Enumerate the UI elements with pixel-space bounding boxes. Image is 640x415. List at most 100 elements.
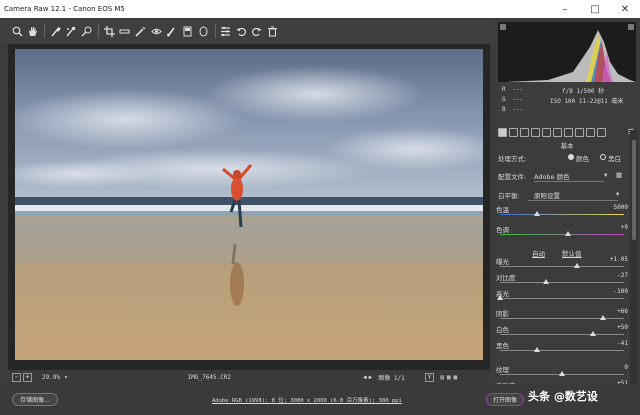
tab-snapshots-icon[interactable] — [597, 127, 606, 137]
slider-track[interactable] — [500, 214, 624, 215]
slider-track[interactable] — [500, 234, 624, 235]
slider-thumb[interactable] — [559, 371, 565, 376]
zoom-icon[interactable] — [11, 25, 23, 38]
workflow-options-link[interactable]: Adobe RGB (1998); 8 位; 3000 x 2000 (6.0 … — [212, 396, 402, 404]
slider-track[interactable] — [500, 282, 624, 283]
slider-label: 色温 — [496, 206, 509, 214]
trash-icon[interactable] — [267, 25, 279, 38]
tab-hsl-icon[interactable] — [531, 127, 540, 137]
slider-label: 黑色 — [496, 342, 509, 350]
slider-track[interactable] — [500, 350, 624, 351]
slider-texture: 纹理 0 — [496, 364, 636, 378]
tab-calibration-icon[interactable] — [575, 127, 584, 137]
g-value: --- — [512, 96, 523, 103]
straighten-icon[interactable] — [119, 25, 131, 38]
treatment-bw-radio[interactable] — [600, 154, 606, 160]
radial-filter-icon[interactable] — [197, 25, 209, 38]
slider-track[interactable] — [500, 266, 624, 267]
tab-tone-curve-icon[interactable] — [509, 127, 518, 137]
white-balance-label: 白平衡: — [498, 192, 520, 200]
profile-browser-icon[interactable]: ▦ — [616, 171, 622, 179]
hand-icon[interactable] — [27, 25, 39, 38]
r-label: R — [502, 86, 506, 93]
rotate-right-icon[interactable] — [251, 25, 263, 38]
zoom-level[interactable]: 29.9% — [42, 374, 60, 381]
tab-effects-icon[interactable] — [564, 127, 573, 137]
compare-icon[interactable]: ▤ — [440, 374, 444, 381]
red-eye-icon[interactable] — [150, 25, 162, 38]
preferences-icon[interactable] — [220, 25, 232, 38]
zoom-out-icon[interactable]: - — [12, 372, 21, 382]
slider-value[interactable]: +50 — [617, 324, 628, 331]
slider-value[interactable]: +66 — [617, 308, 628, 315]
profile-dropdown[interactable]: Adobe 颜色 — [534, 171, 604, 182]
slider-value[interactable]: 5000 — [614, 204, 628, 211]
save-image-button[interactable]: 存储图像... — [12, 393, 58, 406]
slider-track[interactable] — [500, 334, 624, 335]
slider-label: 对比度 — [496, 274, 516, 282]
slider-thumb[interactable] — [573, 263, 580, 268]
slider-thumb[interactable] — [590, 331, 596, 336]
graduated-filter-icon[interactable] — [182, 25, 194, 38]
panel-scrollbar[interactable] — [630, 130, 638, 384]
copy-settings-icon[interactable]: ▩ — [454, 374, 458, 381]
chevron-down-icon[interactable]: ▾ — [64, 374, 68, 381]
slider-track[interactable] — [500, 298, 624, 299]
zoom-in-icon[interactable]: + — [23, 372, 32, 382]
close-button[interactable]: ✕ — [610, 0, 640, 18]
slider-label: 白色 — [496, 326, 509, 334]
slider-thumb[interactable] — [497, 295, 503, 300]
chevron-down-icon: ▾ — [616, 190, 620, 198]
histogram — [498, 22, 636, 82]
tab-split-toning-icon[interactable] — [542, 127, 551, 137]
open-image-button[interactable]: 打开图像 — [486, 393, 524, 406]
slider-thumb[interactable] — [565, 231, 572, 236]
g-label: G — [502, 96, 506, 103]
treatment-color-radio[interactable] — [568, 154, 574, 160]
r-value: --- — [512, 86, 523, 93]
bottom-bar: 存储图像... Adobe RGB (1998); 8 位; 3000 x 20… — [0, 384, 640, 415]
panel-title: 基本 — [560, 142, 574, 150]
white-balance-dropdown[interactable]: 原照设置 — [528, 190, 618, 201]
photo[interactable] — [15, 49, 483, 360]
targeted-adjust-icon[interactable] — [81, 25, 93, 38]
tab-detail-icon[interactable] — [520, 127, 529, 137]
slider-value[interactable]: -41 — [617, 340, 628, 347]
slider-value[interactable]: -100 — [614, 288, 628, 295]
slider-value[interactable]: +1.05 — [610, 256, 628, 263]
white-balance-icon[interactable] — [49, 25, 61, 38]
spot-removal-icon[interactable] — [135, 25, 147, 38]
maximize-button[interactable]: □ — [580, 0, 610, 18]
treatment-bw-label: 黑白 — [608, 155, 621, 163]
slider-thumb[interactable] — [534, 347, 541, 352]
slider-thumb[interactable] — [599, 315, 606, 320]
next-image-icon[interactable]: ▶ — [369, 374, 373, 381]
minimize-button[interactable]: – — [550, 0, 580, 18]
slider-thumb[interactable] — [534, 211, 541, 216]
slider-whites: 白色 +50 — [496, 324, 636, 338]
tab-lens-icon[interactable] — [553, 127, 562, 137]
tab-presets-icon[interactable] — [586, 127, 595, 137]
highlight-clip-icon[interactable] — [628, 24, 634, 30]
slider-thumb[interactable] — [542, 279, 549, 284]
watermark: 头条 @数艺设 — [528, 390, 598, 403]
slider-value[interactable]: 0 — [624, 364, 628, 371]
slider-shadows: 阴影 +66 — [496, 308, 636, 322]
before-after-y-button[interactable]: Y — [424, 372, 435, 382]
tab-basic-icon[interactable] — [498, 127, 507, 137]
color-sampler-icon[interactable] — [65, 25, 77, 38]
prev-image-icon[interactable]: ◀ — [363, 374, 367, 381]
slider-temp: 色温 5000 — [496, 204, 636, 218]
crop-icon[interactable] — [103, 25, 115, 38]
slider-value[interactable]: +9 — [621, 224, 628, 231]
swap-icon[interactable]: ▦ — [447, 374, 451, 381]
treatment-color-label: 颜色 — [576, 155, 589, 163]
b-value: --- — [512, 106, 523, 113]
slider-exposure: 曝光 +1.05 — [496, 256, 636, 270]
right-panel: R --- G --- B --- f/8 1/500 秒 ISO 100 11… — [494, 18, 640, 392]
shadow-clip-icon[interactable] — [500, 24, 506, 30]
rotate-left-icon[interactable] — [235, 25, 247, 38]
slider-value[interactable]: -27 — [617, 272, 628, 279]
adjustment-brush-icon[interactable] — [166, 25, 178, 38]
slider-tint: 色调 +9 — [496, 224, 636, 238]
